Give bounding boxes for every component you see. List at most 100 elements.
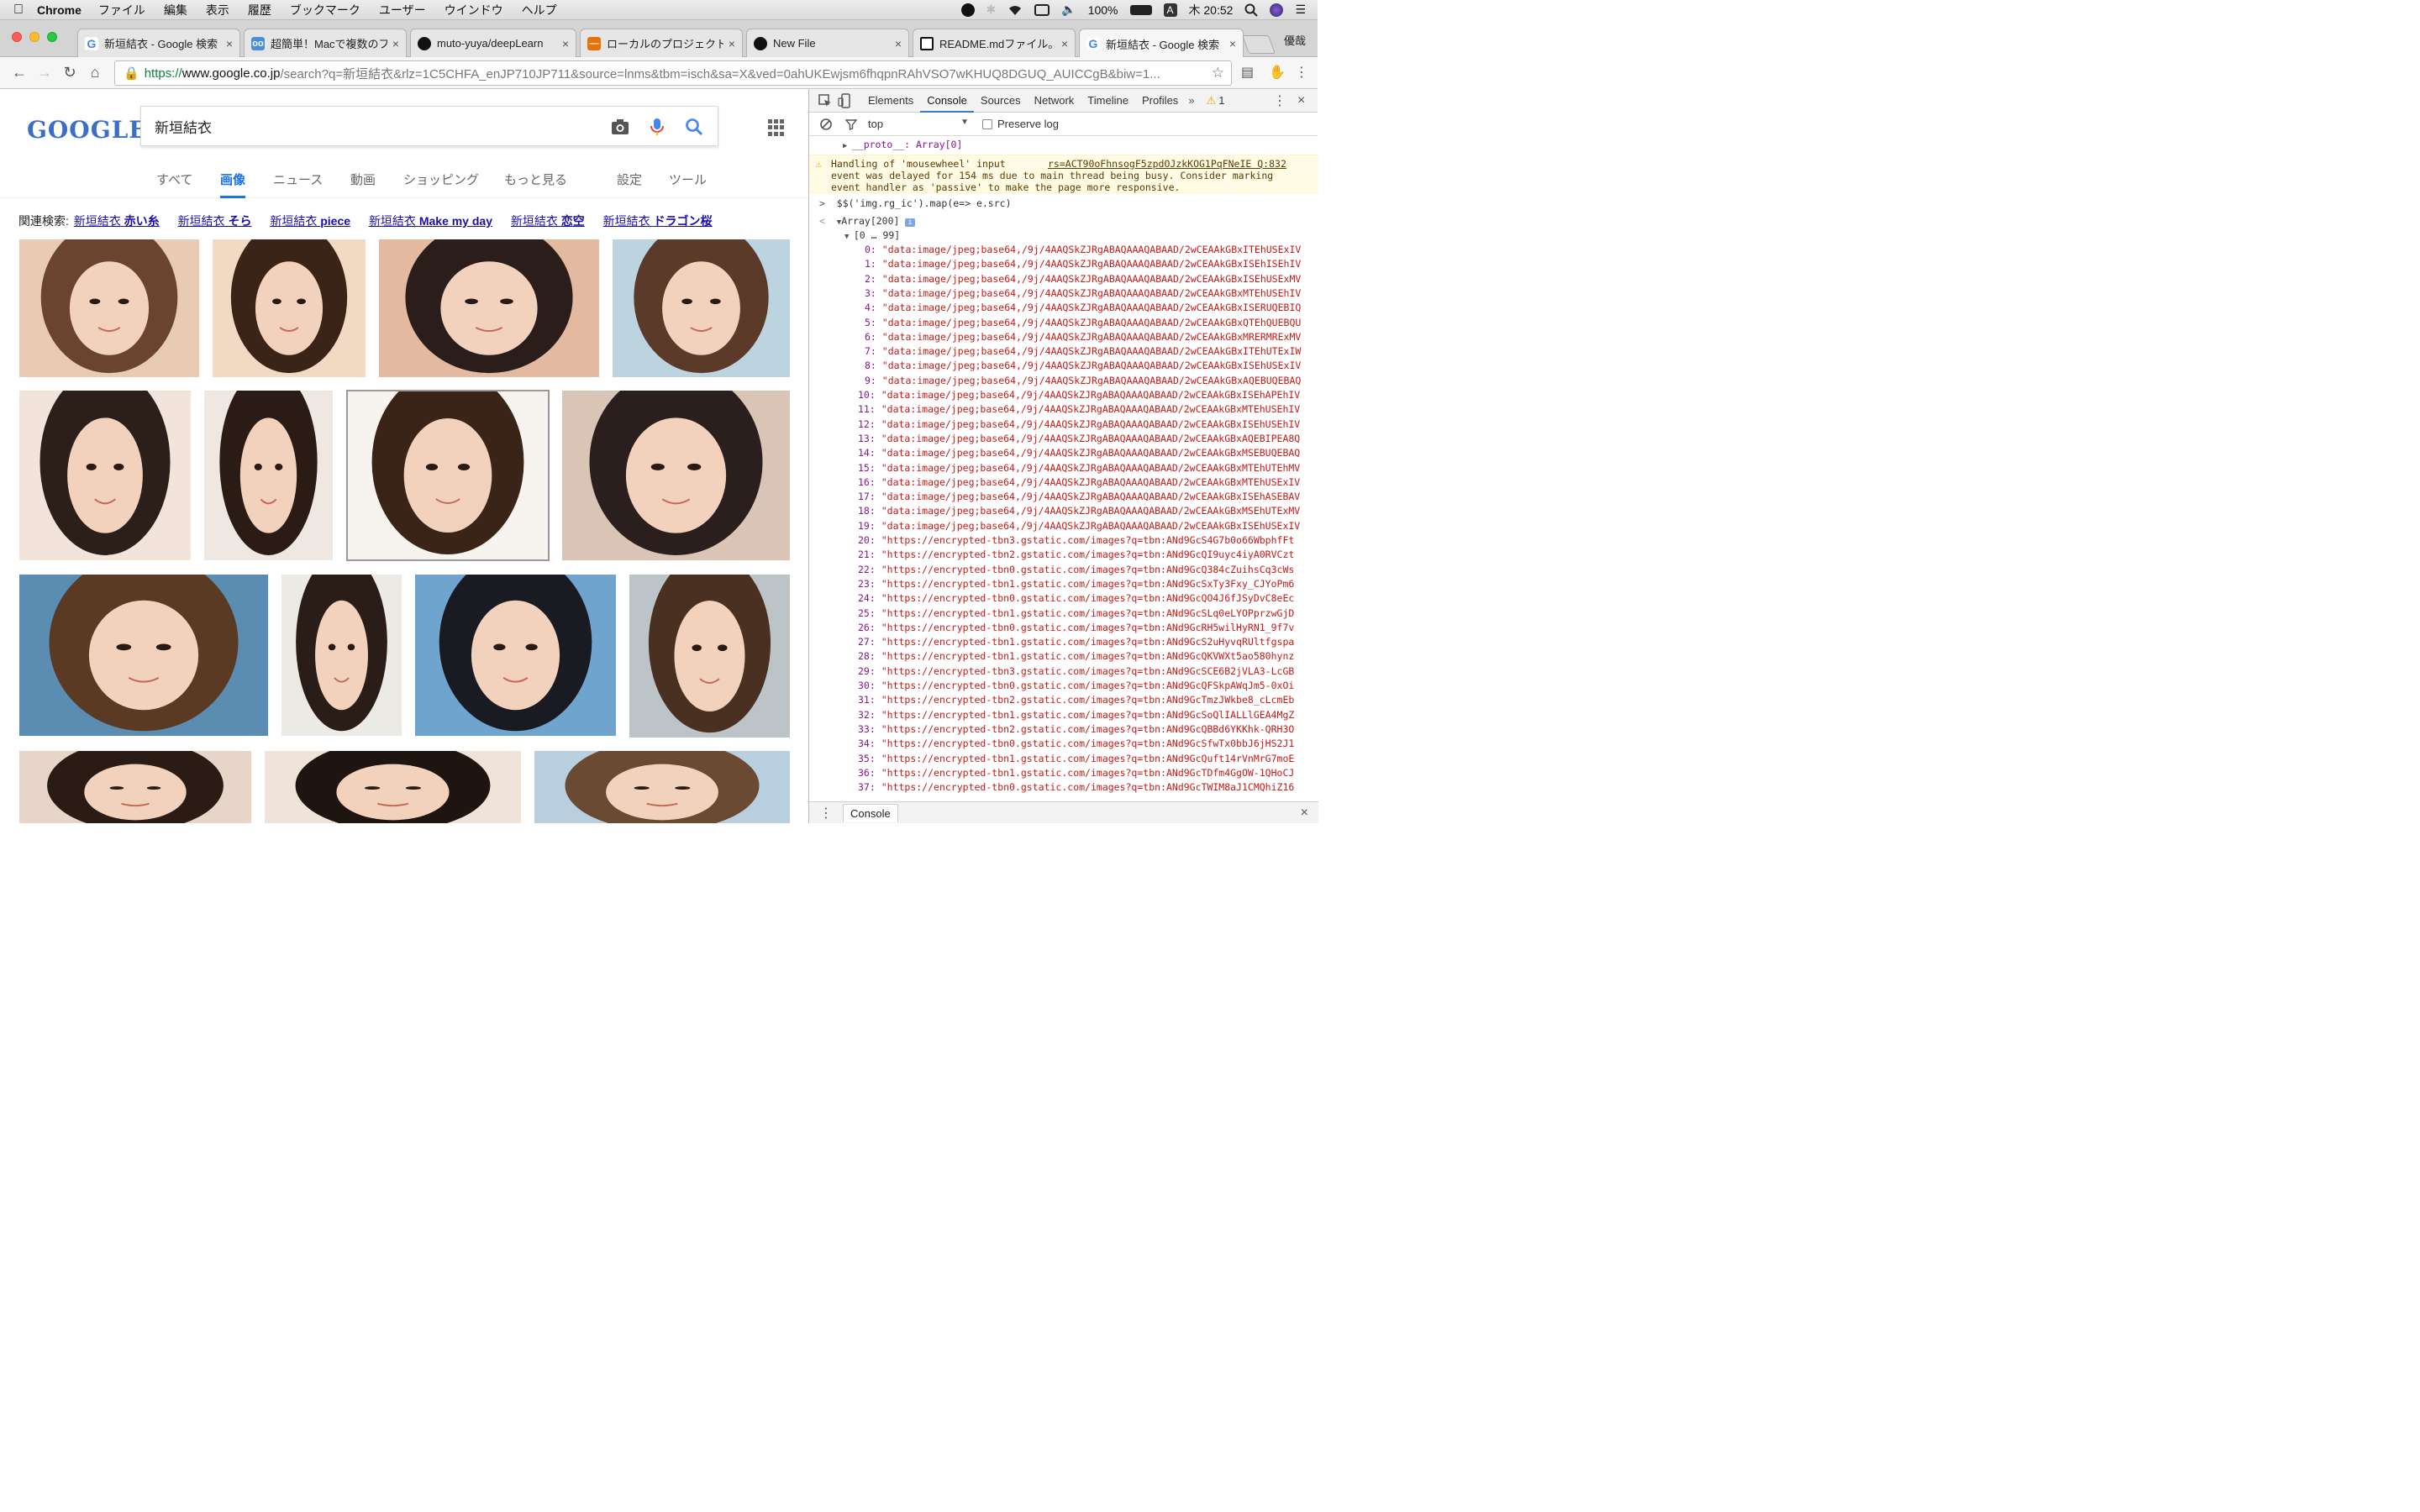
close-tab-icon[interactable]: × xyxy=(226,37,233,50)
more-tabs-icon[interactable]: » xyxy=(1188,94,1194,107)
search-input[interactable] xyxy=(155,115,592,137)
image-result-thumbnail[interactable] xyxy=(18,390,192,561)
drawer-tab-console[interactable]: Console xyxy=(843,803,898,822)
array-entry[interactable]: 14: "data:image/jpeg;base64,/9j/4AAQSkZJ… xyxy=(858,447,1300,459)
array-entry[interactable]: 19: "data:image/jpeg;base64,/9j/4AAQSkZJ… xyxy=(858,520,1300,532)
close-tab-icon[interactable]: × xyxy=(1229,37,1236,50)
inspect-element-icon[interactable] xyxy=(818,93,833,108)
array-range[interactable]: ▼ [0 … 99] xyxy=(844,229,900,241)
array-entry[interactable]: 15: "data:image/jpeg;base64,/9j/4AAQSkZJ… xyxy=(858,462,1300,474)
image-result-thumbnail[interactable] xyxy=(18,574,269,737)
tab-shopping[interactable]: ショッピング xyxy=(403,171,479,198)
array-entry[interactable]: 6: "data:image/jpeg;base64,/9j/4AAQSkZJR… xyxy=(865,331,1301,343)
devtools-menu-icon[interactable]: ⋮ xyxy=(1273,92,1286,109)
bluetooth-icon[interactable]: ✱ xyxy=(986,3,997,17)
preserve-log-checkbox[interactable] xyxy=(982,118,992,129)
tab-qiita-local-project[interactable]: — ローカルのプロジェクト × xyxy=(580,29,743,57)
array-entry[interactable]: 8: "data:image/jpeg;base64,/9j/4AAQSkZJR… xyxy=(865,360,1301,371)
tab-more[interactable]: もっと見る xyxy=(504,171,567,198)
close-tab-icon[interactable]: × xyxy=(562,37,569,50)
apple-icon[interactable]:  xyxy=(0,3,37,18)
warning-icon[interactable]: ⚠ xyxy=(1207,94,1217,108)
search-icon[interactable] xyxy=(684,117,704,137)
info-icon[interactable]: i xyxy=(905,218,915,227)
image-result-thumbnail[interactable] xyxy=(264,750,522,823)
related-search-link[interactable]: 新垣結衣 そら xyxy=(178,214,252,228)
address-bar[interactable]: 🔒 https://www.google.co.jp/search?q=新垣結衣… xyxy=(114,60,1232,86)
image-result-thumbnail[interactable] xyxy=(629,574,791,738)
airplay-icon[interactable] xyxy=(1034,3,1050,16)
console-command[interactable]: > $$('img.rg_ic').map(e=> e.src) xyxy=(819,197,1012,209)
array-entry[interactable]: 2: "data:image/jpeg;base64,/9j/4AAQSkZJR… xyxy=(865,273,1301,285)
array-entry[interactable]: 24: "https://encrypted-tbn0.gstatic.com/… xyxy=(858,592,1294,604)
array-entry[interactable]: 3: "data:image/jpeg;base64,/9j/4AAQSkZJR… xyxy=(865,287,1301,299)
array-entry[interactable]: 28: "https://encrypted-tbn1.gstatic.com/… xyxy=(858,650,1294,662)
clock[interactable]: 木 20:52 xyxy=(1189,2,1234,18)
menu-item-view[interactable]: 表示 xyxy=(206,2,229,18)
image-result-thumbnail[interactable] xyxy=(561,390,791,561)
array-entry[interactable]: 5: "data:image/jpeg;base64,/9j/4AAQSkZJR… xyxy=(865,317,1301,328)
array-entry[interactable]: 18: "data:image/jpeg;base64,/9j/4AAQSkZJ… xyxy=(858,505,1300,517)
context-selector[interactable]: top ▼ xyxy=(868,118,969,130)
image-result-thumbnail[interactable] xyxy=(414,574,617,737)
image-result-thumbnail[interactable] xyxy=(534,750,791,823)
image-result-thumbnail[interactable] xyxy=(203,390,334,561)
array-entry[interactable]: 27: "https://encrypted-tbn1.gstatic.com/… xyxy=(858,636,1294,648)
array-entry[interactable]: 31: "https://encrypted-tbn2.gstatic.com/… xyxy=(858,694,1294,706)
array-entry[interactable]: 10: "data:image/jpeg;base64,/9j/4AAQSkZJ… xyxy=(858,389,1300,401)
tab-tools[interactable]: ツール xyxy=(669,171,707,198)
tab-github-new-file[interactable]: New File × xyxy=(746,29,909,57)
menu-item-help[interactable]: ヘルプ xyxy=(522,2,557,18)
array-entry[interactable]: 34: "https://encrypted-tbn0.gstatic.com/… xyxy=(858,738,1294,749)
input-method-icon[interactable]: A xyxy=(1163,3,1177,17)
image-result-thumbnail[interactable] xyxy=(212,239,366,378)
tab-readme[interactable]: README.mdファイル。 × xyxy=(913,29,1076,57)
array-entry[interactable]: 9: "data:image/jpeg;base64,/9j/4AAQSkZJR… xyxy=(865,375,1301,386)
tab-images[interactable]: 画像 xyxy=(220,171,246,198)
image-result-thumbnail[interactable] xyxy=(18,750,252,823)
tab-github-deeplearn[interactable]: muto-yuya/deepLearn × xyxy=(410,29,576,57)
forward-arrow-icon[interactable]: → xyxy=(32,64,57,81)
related-search-link[interactable]: 新垣結衣 恋空 xyxy=(511,214,585,228)
spotlight-icon[interactable] xyxy=(1244,3,1259,17)
minimize-window-button[interactable] xyxy=(29,32,39,42)
close-tab-icon[interactable]: × xyxy=(895,37,902,50)
drawer-menu-icon[interactable]: ⋮ xyxy=(819,805,833,822)
volume-icon[interactable]: 🔈 xyxy=(1061,3,1076,17)
image-result-thumbnail[interactable] xyxy=(18,239,200,378)
home-icon[interactable]: ⌂ xyxy=(82,64,108,81)
array-entry[interactable]: 32: "https://encrypted-tbn1.gstatic.com/… xyxy=(858,709,1294,721)
close-tab-icon[interactable]: × xyxy=(1061,37,1068,50)
camera-icon[interactable] xyxy=(610,117,630,137)
close-window-button[interactable] xyxy=(12,32,22,42)
close-tab-icon[interactable]: × xyxy=(392,37,399,50)
image-result-thumbnail[interactable] xyxy=(378,239,600,378)
google-logo[interactable]: GOOGLE xyxy=(27,116,148,144)
reload-icon[interactable]: ↻ xyxy=(57,64,82,81)
close-devtools-icon[interactable]: × xyxy=(1297,93,1305,108)
profile-name[interactable]: 優哉 xyxy=(1284,32,1306,48)
array-entry[interactable]: 25: "https://encrypted-tbn1.gstatic.com/… xyxy=(858,607,1294,619)
bookmark-star-icon[interactable]: ☆ xyxy=(1212,65,1224,81)
device-mode-icon[interactable] xyxy=(838,92,853,108)
array-entry[interactable]: 16: "data:image/jpeg;base64,/9j/4AAQSkZJ… xyxy=(858,476,1300,488)
microphone-icon[interactable] xyxy=(647,117,667,137)
devtools-tab-profiles[interactable]: Profiles xyxy=(1135,89,1185,113)
devtools-tab-network[interactable]: Network xyxy=(1028,89,1081,113)
battery-icon[interactable] xyxy=(1129,4,1152,15)
array-entry[interactable]: 0: "data:image/jpeg;base64,/9j/4AAQSkZJR… xyxy=(865,244,1301,255)
close-tab-icon[interactable]: × xyxy=(729,37,735,50)
menu-item-window[interactable]: ウインドウ xyxy=(445,2,503,18)
tab-videos[interactable]: 動画 xyxy=(350,171,376,198)
array-entry[interactable]: 29: "https://encrypted-tbn3.gstatic.com/… xyxy=(858,665,1294,677)
array-entry[interactable]: 37: "https://encrypted-tbn0.gstatic.com/… xyxy=(858,781,1294,793)
array-entry[interactable]: 4: "data:image/jpeg;base64,/9j/4AAQSkZJR… xyxy=(865,302,1301,313)
back-arrow-icon[interactable]: ← xyxy=(7,64,32,81)
array-entry[interactable]: 30: "https://encrypted-tbn0.gstatic.com/… xyxy=(858,680,1294,691)
array-entry[interactable]: 17: "data:image/jpeg;base64,/9j/4AAQSkZJ… xyxy=(858,491,1300,502)
expand-triangle-icon[interactable]: ▼ xyxy=(844,233,854,241)
tab-news[interactable]: ニュース xyxy=(273,171,323,198)
chrome-menu-icon[interactable]: ⋮ xyxy=(1295,64,1308,81)
battery-percent[interactable]: 100% xyxy=(1088,3,1118,17)
array-entry[interactable]: 33: "https://encrypted-tbn2.gstatic.com/… xyxy=(858,723,1294,735)
